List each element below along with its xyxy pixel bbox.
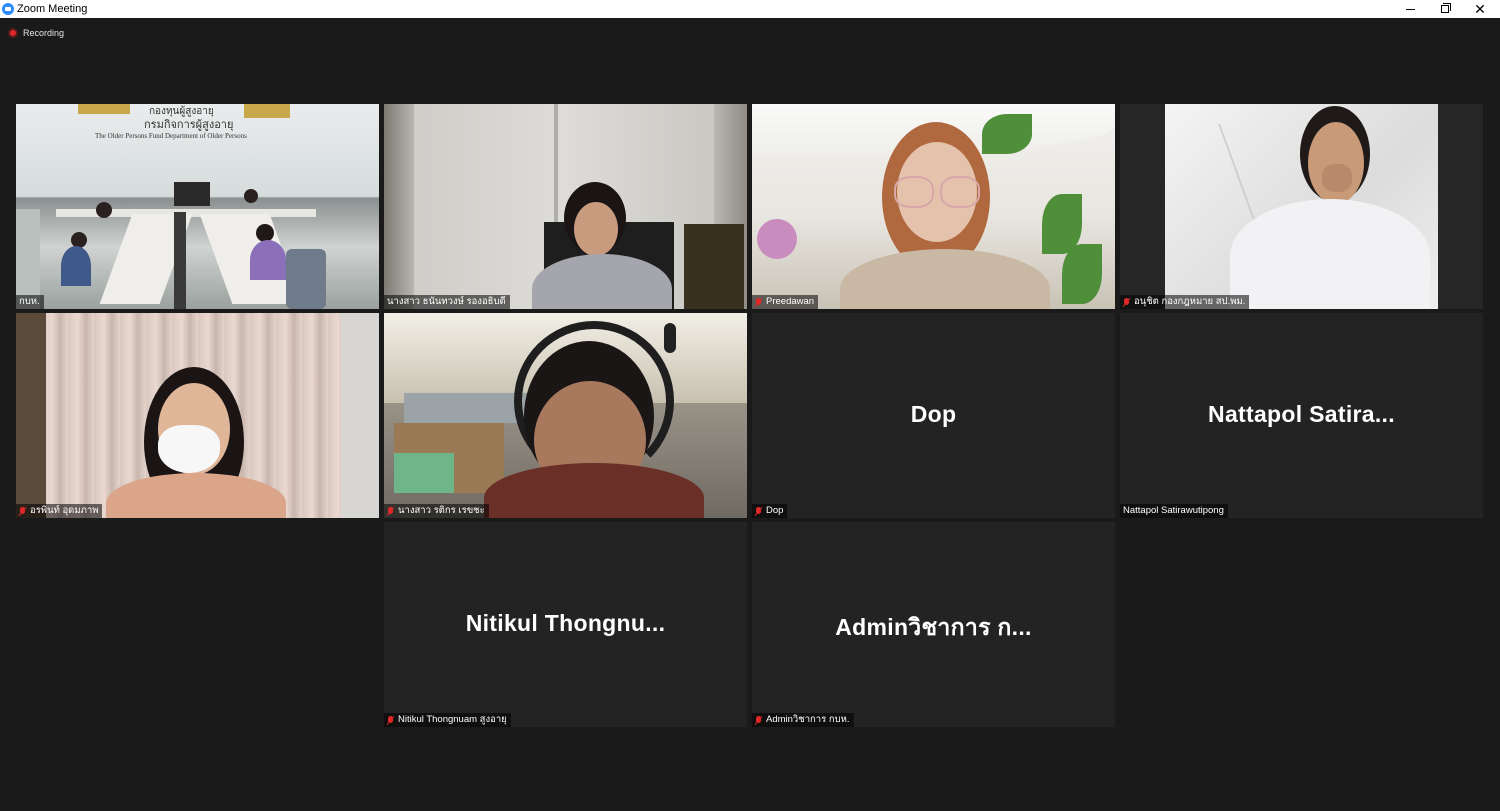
video-tile-p5[interactable]: อรพินท์ อุดมภาพ xyxy=(16,313,379,518)
participant-display-name: Dop xyxy=(910,401,957,427)
participant-name: อรพินท์ อุดมภาพ xyxy=(30,505,99,516)
participant-display-name: Nitikul Thongnu... xyxy=(465,610,666,636)
video-tile-p6[interactable]: นางสาว รติกร เรขชะ xyxy=(384,313,747,518)
muted-mic-icon xyxy=(755,715,762,725)
recording-label: Recording xyxy=(23,28,65,38)
muted-mic-icon xyxy=(19,506,26,516)
muted-mic-icon xyxy=(755,297,762,307)
participant-name: Preedawan xyxy=(766,296,815,307)
room-sign-line3: The Older Persons Fund Department of Old… xyxy=(95,132,247,140)
video-tile-p9[interactable]: Nitikul Thongnu... Nitikul Thongnuam สูง… xyxy=(384,522,747,727)
participant-video xyxy=(1120,104,1483,309)
video-tile-p3[interactable]: Preedawan xyxy=(752,104,1115,309)
face-mask xyxy=(158,425,220,473)
participant-name: Dop xyxy=(766,505,784,516)
participant-name-tag: Nattapol Satirawutipong xyxy=(1120,504,1228,518)
participant-video xyxy=(752,104,1115,309)
participant-display-name: Nattapol Satira... xyxy=(1208,401,1395,427)
video-tile-p7[interactable]: Dop Dop xyxy=(752,313,1115,518)
participant-name-tag: อนุชิต กองกฎหมาย สป.พม. xyxy=(1120,295,1250,309)
participant-name: กบห. xyxy=(19,296,40,307)
muted-mic-icon xyxy=(387,715,394,725)
participant-name: Nattapol Satirawutipong xyxy=(1123,505,1224,516)
participant-name: นางสาว ธนันทวงษ์ รองอธิบดี xyxy=(387,296,506,307)
participant-display-name: Adminวิชาการ ก... xyxy=(835,614,1032,640)
participant-name-tag: นางสาว รติกร เรขชะ xyxy=(384,504,489,518)
minimize-button[interactable] xyxy=(1393,0,1427,18)
participant-name: อนุชิต กองกฎหมาย สป.พม. xyxy=(1134,296,1246,307)
restore-button[interactable] xyxy=(1428,0,1462,18)
close-button[interactable]: ✕ xyxy=(1463,0,1497,18)
participant-name-tag: Preedawan xyxy=(752,295,819,309)
video-tile-p2[interactable]: นางสาว ธนันทวงษ์ รองอธิบดี xyxy=(384,104,747,309)
zoom-app-icon xyxy=(2,3,14,15)
close-icon: ✕ xyxy=(1474,1,1486,17)
window-title: Zoom Meeting xyxy=(17,3,88,15)
room-sign-line2: กรมกิจการผู้สูงอายุ xyxy=(144,119,234,131)
participant-name: นางสาว รติกร เรขชะ xyxy=(398,505,485,516)
participant-video xyxy=(384,104,747,309)
video-tile-p10[interactable]: Adminวิชาการ ก... Adminวิชาการ กบห. xyxy=(752,522,1115,727)
participant-name: Adminวิชาการ กบห. xyxy=(766,714,850,725)
participant-video xyxy=(384,313,747,518)
recording-indicator[interactable]: Recording xyxy=(8,28,64,38)
video-tile-p4[interactable]: อนุชิต กองกฎหมาย สป.พม. xyxy=(1120,104,1483,309)
participant-name-tag: Dop xyxy=(752,504,788,518)
restore-icon xyxy=(1441,3,1451,13)
participant-name-tag: อรพินท์ อุดมภาพ xyxy=(16,504,103,518)
participant-name-tag: นางสาว ธนันทวงษ์ รองอธิบดี xyxy=(384,295,510,309)
video-tile-room[interactable]: กองทุนผู้สูงอายุ กรมกิจการผู้สูงอายุ The… xyxy=(16,104,379,309)
room-video: กองทุนผู้สูงอายุ กรมกิจการผู้สูงอายุ The… xyxy=(16,104,379,309)
recording-dot-icon xyxy=(8,28,18,38)
participant-name-tag: กบห. xyxy=(16,295,44,309)
muted-mic-icon xyxy=(755,506,762,516)
minimize-icon xyxy=(1405,8,1415,10)
video-tile-p8[interactable]: Nattapol Satira... Nattapol Satirawutipo… xyxy=(1120,313,1483,518)
participant-video xyxy=(16,313,379,518)
participant-name: Nitikul Thongnuam สูงอายุ xyxy=(398,714,507,725)
muted-mic-icon xyxy=(1123,297,1130,307)
muted-mic-icon xyxy=(387,506,394,516)
window-titlebar: Zoom Meeting ✕ xyxy=(0,0,1500,18)
participant-name-tag: Adminวิชาการ กบห. xyxy=(752,713,854,727)
participant-name-tag: Nitikul Thongnuam สูงอายุ xyxy=(384,713,511,727)
